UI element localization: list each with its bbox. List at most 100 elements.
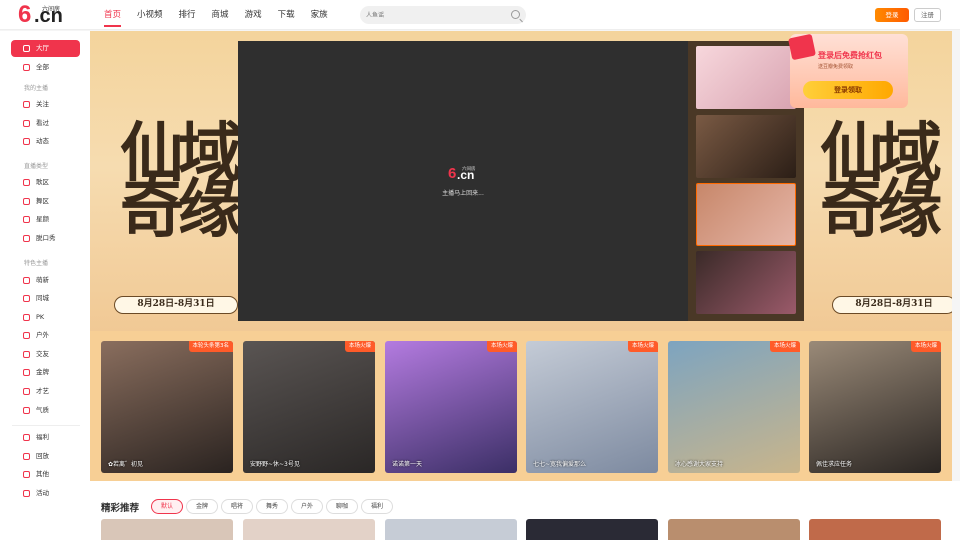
nav-home[interactable]: 首页 — [96, 0, 129, 30]
nav-games[interactable]: 游戏 — [237, 0, 270, 30]
thumb-anchor-2[interactable] — [696, 115, 796, 178]
diamond-icon — [23, 407, 30, 414]
search-input[interactable] — [366, 8, 496, 22]
sidebar-item-all[interactable]: 全部 — [11, 59, 80, 76]
thumb-anchor-4[interactable] — [696, 251, 796, 314]
sidebar-item-follow[interactable]: 关注 — [11, 96, 80, 113]
sidebar-item-newbie[interactable]: 萌新 — [11, 272, 80, 289]
card-badge: 本轮头条第3名 — [188, 341, 233, 352]
medal-icon — [23, 369, 30, 376]
replay-icon — [23, 453, 30, 460]
anchor-card-3[interactable]: 本场火爆 诺诺第一天 — [385, 341, 517, 473]
nav-short-video[interactable]: 小视频 — [129, 0, 171, 30]
sidebar-item-watched[interactable]: 看过 — [11, 115, 80, 132]
sidebar-item-dance[interactable]: 舞区 — [11, 193, 80, 210]
card-name: 七七~宽我偏爱那么 — [533, 461, 587, 468]
sidebar-item-gold[interactable]: 金牌 — [11, 364, 80, 381]
card-name: ✿若离゛初见 — [108, 461, 144, 468]
card-name: 安野野~休~3号见 — [250, 461, 300, 468]
top-header: 6 .cn 六间房 首页 小视频 排行 商城 游戏 下载 家族 登录 注册 — [0, 0, 960, 30]
recommend-card-3[interactable] — [385, 519, 517, 540]
chat-icon — [23, 235, 30, 242]
sidebar-item-looks[interactable]: 星颜 — [11, 211, 80, 228]
sidebar-item-hall[interactable]: 大厅 — [11, 40, 80, 57]
nav-family[interactable]: 家族 — [303, 0, 336, 30]
promo-title: 登录后免费抢红包 — [818, 51, 882, 60]
tag-dance[interactable]: 舞秀 — [256, 499, 289, 514]
promo-login-button[interactable]: 登录领取 — [803, 81, 893, 99]
red-envelope-icon — [787, 33, 817, 61]
sidebar: 大厅 全部 我的主播 关注 看过 动态 直播类型 歌区 舞区 星颜 脱口秀 特色… — [0, 31, 90, 540]
nav-rank[interactable]: 排行 — [171, 0, 204, 30]
recommend-card-1[interactable] — [101, 519, 233, 540]
recommend-card-4[interactable] — [526, 519, 658, 540]
recommend-title: 精彩推荐 — [101, 503, 140, 514]
card-name: 冰心感谢大家支持 — [675, 461, 724, 468]
sidebar-item-dynamic[interactable]: 动态 — [11, 133, 80, 150]
red-packet-promo: 登录后免费抢红包 送豆瓣免费领取 登录领取 — [787, 33, 908, 108]
anchor-card-1[interactable]: 本轮头条第3名 ✿若离゛初见 — [101, 341, 233, 473]
sidebar-item-pk[interactable]: PK — [11, 309, 80, 326]
sidebar-item-temperament[interactable]: 气质 — [11, 402, 80, 419]
sidebar-item-city[interactable]: 同城 — [11, 290, 80, 307]
sidebar-item-talent[interactable]: 才艺 — [11, 383, 80, 400]
grid-icon — [23, 64, 30, 71]
sprout-icon — [23, 277, 30, 284]
card-name: 佩佳求应任务 — [816, 461, 853, 468]
friends-icon — [23, 351, 30, 358]
banner-date-left: 8月28日-8月31日 — [114, 296, 238, 314]
pk-icon — [23, 314, 30, 321]
tag-welfare[interactable]: 福利 — [361, 499, 394, 514]
banner-title-right: 仙域奇缘 — [820, 116, 942, 247]
sidebar-item-outdoor[interactable]: 户外 — [11, 327, 80, 344]
player-logo: 6 .cn 六间房 — [448, 165, 484, 184]
sidebar-divider — [12, 425, 80, 426]
anchor-card-6[interactable]: 本场火爆 佩佳求应任务 — [809, 341, 941, 473]
sidebar-group-feature: 特色主播 — [24, 260, 49, 267]
sidebar-item-other[interactable]: 其他 — [11, 466, 80, 483]
flag-icon — [23, 490, 30, 497]
register-button[interactable]: 注册 — [914, 8, 941, 22]
card-badge: 本场火爆 — [910, 341, 941, 352]
sidebar-item-welfare[interactable]: 福利 — [11, 429, 80, 446]
promo-subtitle: 送豆瓣免费领取 — [818, 64, 854, 70]
card-badge: 本场火爆 — [486, 341, 517, 352]
sidebar-item-replay[interactable]: 回放 — [11, 448, 80, 465]
player-logo-sub: 六间房 — [462, 167, 476, 172]
tag-outdoor[interactable]: 户外 — [291, 499, 324, 514]
sidebar-item-friend[interactable]: 交友 — [11, 346, 80, 363]
card-name: 诺诺第一天 — [392, 461, 423, 468]
logo-sub: 六间房 — [42, 6, 61, 13]
recommend-card-2[interactable] — [243, 519, 375, 540]
site-logo[interactable]: 6 .cn 六间房 — [18, 1, 66, 28]
anchor-card-2[interactable]: 本场火爆 安野野~休~3号见 — [243, 341, 375, 473]
tag-gold[interactable]: 金牌 — [186, 499, 219, 514]
sidebar-item-sing[interactable]: 歌区 — [11, 174, 80, 191]
recommend-card-5[interactable] — [668, 519, 800, 540]
anchor-card-4[interactable]: 本场火爆 七七~宽我偏爱那么 — [526, 341, 658, 473]
refresh-icon — [23, 138, 30, 145]
palette-icon — [23, 388, 30, 395]
gift-icon — [23, 434, 30, 441]
sidebar-item-talk[interactable]: 脱口秀 — [11, 230, 80, 247]
nav-download[interactable]: 下载 — [270, 0, 303, 30]
mic-icon — [23, 179, 30, 186]
login-button[interactable]: 登录 — [875, 8, 909, 22]
tag-chat[interactable]: 聊咖 — [326, 499, 359, 514]
card-badge: 本场火爆 — [627, 341, 658, 352]
player-message: 主播马上回来... — [442, 190, 484, 197]
thumb-anchor-3[interactable] — [696, 183, 796, 246]
star-icon — [23, 216, 30, 223]
thumb-anchor-1[interactable] — [696, 46, 796, 109]
card-badge: 本场火爆 — [344, 341, 375, 352]
recommend-card-6[interactable] — [809, 519, 941, 540]
anchor-card-5[interactable]: 本场火爆 冰心感谢大家支持 — [668, 341, 800, 473]
search-icon[interactable] — [511, 10, 520, 19]
sidebar-group-type: 直播类型 — [24, 163, 49, 170]
sidebar-item-activity[interactable]: 活动 — [11, 485, 80, 502]
banner-date-right: 8月28日-8月31日 — [832, 296, 952, 314]
card-badge: 本场火爆 — [769, 341, 800, 352]
nav-mall[interactable]: 商城 — [204, 0, 237, 30]
tag-singer[interactable]: 唱将 — [221, 499, 254, 514]
tag-default[interactable]: 默认 — [151, 499, 184, 514]
